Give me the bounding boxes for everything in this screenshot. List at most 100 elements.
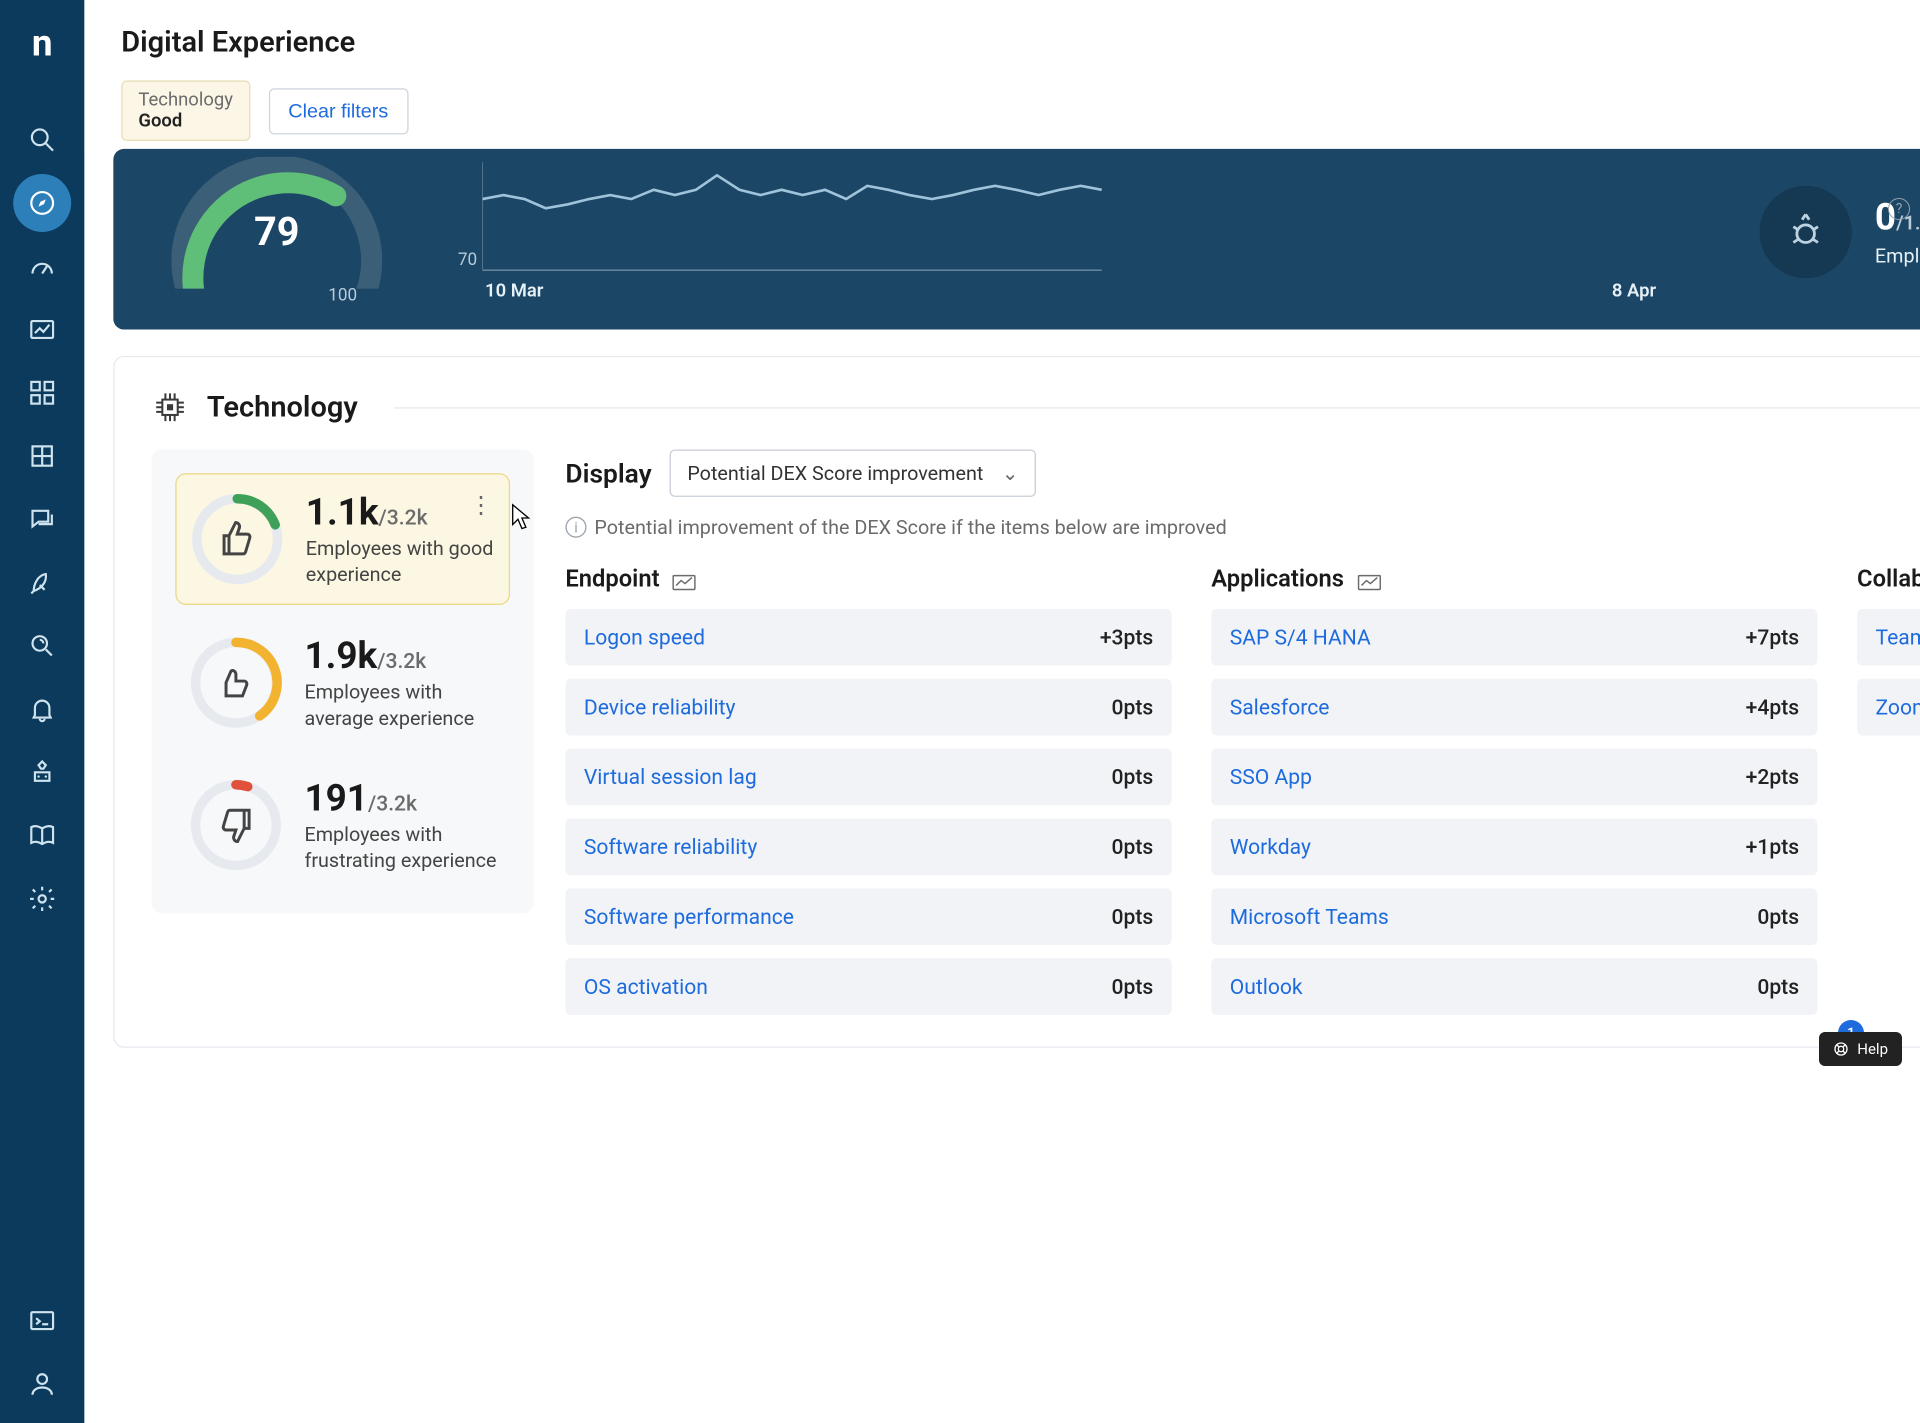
help-button[interactable]: Help [1819, 1032, 1902, 1066]
sidebar-item-bell[interactable] [13, 680, 71, 738]
item-name[interactable]: Software performance [584, 904, 794, 929]
filter-chip-technology[interactable]: Technology Good [121, 80, 250, 141]
display-select[interactable]: Potential DEX Score improvement ⌄ [670, 449, 1035, 496]
sidebar-item-analyze[interactable] [13, 617, 71, 675]
sidebar: n [0, 0, 84, 1423]
mini-chart-icon [673, 570, 697, 588]
emp-good-row[interactable]: 1.1k/3.2k Employees with good experience… [175, 473, 510, 605]
kpi1-label: Employees with issues [1875, 244, 1920, 268]
search-icon [28, 125, 57, 154]
chart-icon [28, 315, 57, 344]
item-name[interactable]: Outlook [1230, 974, 1303, 999]
sidebar-item-compass[interactable] [13, 174, 71, 232]
sidebar-item-robot[interactable] [13, 743, 71, 801]
gear-icon [28, 884, 57, 913]
spark-date-end: 8 Apr [1612, 280, 1656, 301]
sidebar-item-search[interactable] [13, 111, 71, 169]
side-help-button[interactable]: ? [1888, 198, 1910, 220]
apps-icon [28, 378, 57, 407]
column-head-applications: Applications [1211, 565, 1817, 593]
thumbs-up-icon [217, 519, 257, 559]
cpu-icon [152, 389, 189, 426]
item-name[interactable]: Workday [1230, 834, 1311, 859]
chat-icon [28, 505, 57, 534]
item-row[interactable]: Microsoft Teams 0pts [1211, 888, 1817, 945]
item-pts: 0pts [1757, 904, 1799, 929]
sidebar-item-settings[interactable] [13, 870, 71, 928]
emp-avg-row[interactable]: 1.9k/3.2k Employees with average experie… [175, 618, 510, 747]
item-pts: +3pts [1100, 625, 1153, 650]
item-row[interactable]: Workday+1pts [1211, 818, 1817, 875]
emp-avg-label: Employees with average experience [304, 680, 496, 731]
spark-date-start: 10 Mar [485, 280, 543, 301]
item-name[interactable]: OS activation [584, 974, 708, 999]
item-row[interactable]: Salesforce +4pts [1211, 679, 1817, 736]
sidebar-item-chart[interactable] [13, 301, 71, 359]
item-row[interactable]: Device reliability 0pts [565, 679, 1171, 736]
item-row[interactable]: Software performance 0pts [565, 888, 1171, 945]
section-divider [395, 407, 1920, 408]
sidebar-item-terminal[interactable] [13, 1292, 71, 1350]
emp-bad-row[interactable]: 191/3.2k Employees with frustrating expe… [175, 760, 510, 889]
item-row[interactable]: Teams0pts [1857, 609, 1920, 666]
item-row[interactable]: Outlook0pts [1211, 958, 1817, 1015]
sidebar-item-book[interactable] [13, 807, 71, 865]
emp-good-value: 1.1k [306, 490, 379, 533]
column-head-endpoint: Endpoint [565, 565, 1171, 593]
item-pts: +4pts [1746, 695, 1799, 720]
column-collaboration: CollaborationTeams0ptsZoom0pts [1857, 565, 1920, 1014]
item-row[interactable]: OS activation 0pts [565, 958, 1171, 1015]
item-row[interactable]: Logon speed +3pts [565, 609, 1171, 666]
item-name[interactable]: Logon speed [584, 625, 705, 650]
sidebar-item-gauge[interactable] [13, 237, 71, 295]
chevron-down-icon: ⌄ [1002, 461, 1019, 485]
page-title: Digital Experience [121, 26, 1920, 59]
emp-bad-label: Employees with frustrating experience [304, 822, 496, 873]
sidebar-item-grid[interactable] [13, 427, 71, 485]
emp-avg-denom: /3.2k [377, 648, 426, 673]
emp-bad-denom: /3.2k [368, 791, 417, 816]
emp-good-label: Employees with good experience [306, 536, 496, 587]
kebab-menu[interactable]: ⋮ [469, 493, 493, 517]
item-row[interactable]: Virtual session lag 0pts [565, 749, 1171, 806]
dex-gauge: 79 [171, 157, 382, 289]
sidebar-item-apps[interactable] [13, 364, 71, 422]
score-panel: 79 100 70 10 Mar 8 Apr [113, 149, 1920, 330]
logo[interactable]: n [13, 11, 71, 74]
item-name[interactable]: Zoom [1876, 695, 1920, 720]
item-row[interactable]: Zoom0pts [1857, 679, 1920, 736]
sidebar-item-rocket[interactable] [13, 554, 71, 612]
robot-icon [28, 758, 57, 787]
item-name[interactable]: Software reliability [584, 834, 757, 859]
cursor-icon [511, 503, 532, 529]
sidebar-item-chat[interactable] [13, 490, 71, 548]
item-row[interactable]: SSO App+2pts [1211, 749, 1817, 806]
item-row[interactable]: Software reliability 0pts [565, 818, 1171, 875]
item-row[interactable]: SAP S/4 HANA+7pts [1211, 609, 1817, 666]
analyze-icon [28, 631, 57, 660]
column-endpoint: Endpoint Logon speed +3pts Device reliabili… [565, 565, 1171, 1014]
hand-ok-icon [216, 663, 256, 703]
item-name[interactable]: Device reliability [584, 695, 736, 720]
gauge-icon [28, 252, 57, 281]
emp-avg-value: 1.9k [304, 634, 377, 677]
item-name[interactable]: Teams [1876, 625, 1920, 650]
rocket-icon [28, 568, 57, 597]
item-pts: 0pts [1112, 834, 1154, 859]
thumbs-down-icon [216, 805, 256, 845]
item-name[interactable]: Microsoft Teams [1230, 904, 1389, 929]
item-pts: 0pts [1112, 904, 1154, 929]
item-pts: 0pts [1112, 695, 1154, 720]
life-ring-icon [1833, 1041, 1849, 1057]
sidebar-item-user[interactable] [13, 1355, 71, 1413]
item-pts: 0pts [1112, 764, 1154, 789]
info-icon: i [565, 517, 586, 538]
emp-bad-value: 191 [304, 776, 368, 819]
clear-filters-button[interactable]: Clear filters [269, 88, 409, 134]
item-name[interactable]: Virtual session lag [584, 764, 757, 789]
item-pts: 0pts [1112, 974, 1154, 999]
item-name[interactable]: Salesforce [1230, 695, 1330, 720]
item-name[interactable]: SAP S/4 HANA [1230, 625, 1371, 650]
filter-chip-label: Technology [138, 90, 233, 111]
item-name[interactable]: SSO App [1230, 764, 1312, 789]
